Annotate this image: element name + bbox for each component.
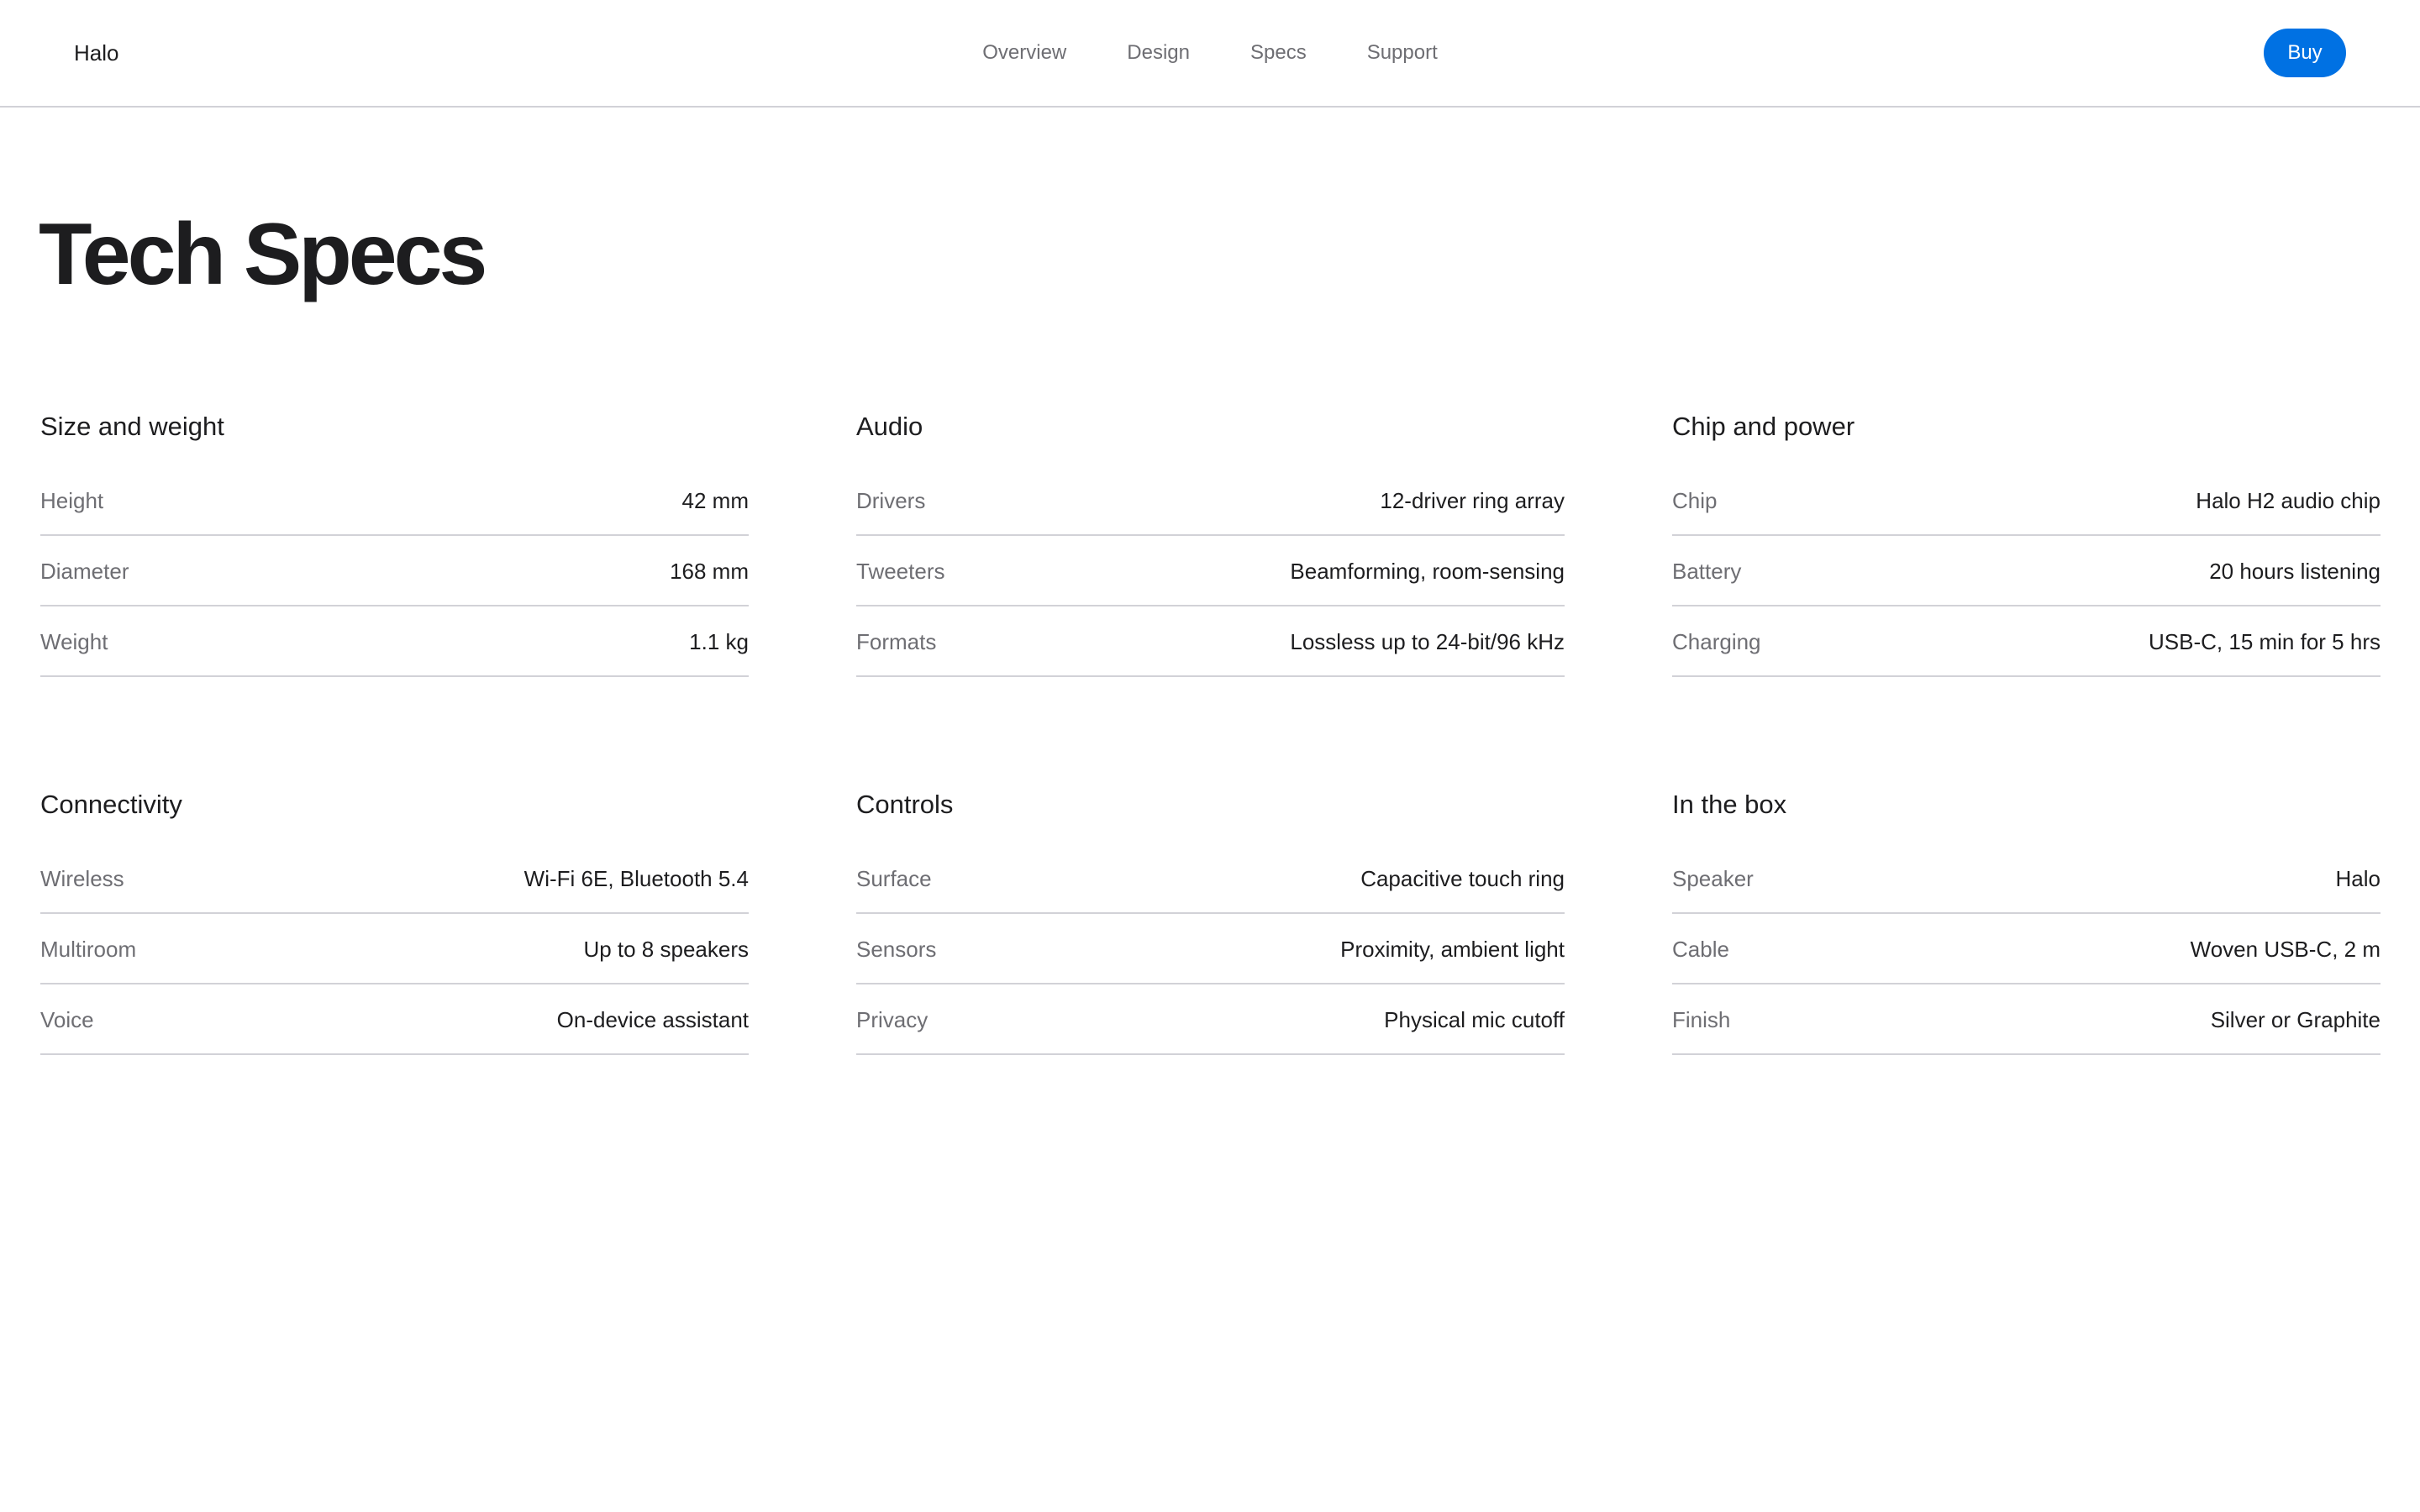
spec-label: Privacy bbox=[856, 1006, 929, 1032]
spec-label: Chip bbox=[1672, 487, 1718, 513]
spec-value: Lossless up to 24-bit/96 kHz bbox=[1290, 628, 1565, 654]
spec-row-surface: Surface Capacitive touch ring bbox=[856, 843, 1565, 914]
spec-value: Halo bbox=[2335, 865, 2381, 891]
spec-group-title: Chip and power bbox=[1672, 412, 1855, 441]
spec-group-audio: Audio Drivers 12-driver ring array Tweet… bbox=[856, 407, 1565, 677]
spec-row-sensors: Sensors Proximity, ambient light bbox=[856, 914, 1565, 984]
spec-label: Multiroom bbox=[40, 936, 137, 962]
spec-value: 12-driver ring array bbox=[1380, 487, 1565, 513]
spec-label: Surface bbox=[856, 865, 932, 891]
spec-row-wireless: Wireless Wi-Fi 6E, Bluetooth 5.4 bbox=[40, 843, 749, 914]
spec-value: Wi-Fi 6E, Bluetooth 5.4 bbox=[523, 865, 749, 891]
spec-row-multiroom: Multiroom Up to 8 speakers bbox=[40, 914, 749, 984]
nav-link-overview[interactable]: Overview bbox=[982, 41, 1066, 65]
spec-value: On-device assistant bbox=[556, 1006, 749, 1032]
spec-value: 168 mm bbox=[670, 558, 749, 584]
spec-row-drivers: Drivers 12-driver ring array bbox=[856, 465, 1565, 536]
spec-row-cable: Cable Woven USB-C, 2 m bbox=[1672, 914, 2381, 984]
nav-link-design[interactable]: Design bbox=[1127, 41, 1190, 65]
spec-row-speaker: Speaker Halo bbox=[1672, 843, 2381, 914]
spec-group-title: In the box bbox=[1672, 790, 1787, 819]
spec-label: Wireless bbox=[40, 865, 124, 891]
brand-logo[interactable]: Halo bbox=[74, 0, 118, 106]
spec-row-privacy: Privacy Physical mic cutoff bbox=[856, 984, 1565, 1055]
spec-label: Diameter bbox=[40, 558, 129, 584]
buy-button[interactable]: Buy bbox=[2264, 29, 2346, 77]
spec-value: 1.1 kg bbox=[689, 628, 749, 654]
spec-label: Voice bbox=[40, 1006, 94, 1032]
spec-group-in-the-box: In the box Speaker Halo Cable Woven USB-… bbox=[1672, 785, 2381, 1055]
spec-row-battery: Battery 20 hours listening bbox=[1672, 536, 2381, 606]
page-title: Tech Specs bbox=[39, 206, 487, 303]
spec-value: 42 mm bbox=[681, 487, 749, 513]
spec-row-tweeters: Tweeters Beamforming, room-sensing bbox=[856, 536, 1565, 606]
spec-group-title: Connectivity bbox=[40, 790, 182, 819]
spec-label: Battery bbox=[1672, 558, 1742, 584]
spec-row-finish: Finish Silver or Graphite bbox=[1672, 984, 2381, 1055]
spec-row-charging: Charging USB-C, 15 min for 5 hrs bbox=[1672, 606, 2381, 677]
spec-label: Cable bbox=[1672, 936, 1729, 962]
spec-row-height: Height 42 mm bbox=[40, 465, 749, 536]
spec-group-connectivity: Connectivity Wireless Wi-Fi 6E, Bluetoot… bbox=[40, 785, 749, 1055]
spec-value: 20 hours listening bbox=[2209, 558, 2381, 584]
spec-value: Silver or Graphite bbox=[2210, 1006, 2381, 1032]
nav-link-specs[interactable]: Specs bbox=[1250, 41, 1307, 65]
spec-label: Drivers bbox=[856, 487, 926, 513]
spec-label: Tweeters bbox=[856, 558, 945, 584]
spec-row-weight: Weight 1.1 kg bbox=[40, 606, 749, 677]
spec-value: Woven USB-C, 2 m bbox=[2190, 936, 2381, 962]
spec-group-controls: Controls Surface Capacitive touch ring S… bbox=[856, 785, 1565, 1055]
spec-group-chip-power: Chip and power Chip Halo H2 audio chip B… bbox=[1672, 407, 2381, 677]
spec-row-formats: Formats Lossless up to 24-bit/96 kHz bbox=[856, 606, 1565, 677]
specs-grid: Size and weight Height 42 mm Diameter 16… bbox=[40, 407, 2381, 1055]
spec-group-title: Audio bbox=[856, 412, 923, 441]
spec-value: Capacitive touch ring bbox=[1360, 865, 1565, 891]
spec-value: Halo H2 audio chip bbox=[2196, 487, 2381, 513]
spec-label: Speaker bbox=[1672, 865, 1754, 891]
nav-link-support[interactable]: Support bbox=[1367, 41, 1438, 65]
nav-links: Overview Design Specs Support bbox=[0, 0, 2420, 106]
spec-value: Proximity, ambient light bbox=[1340, 936, 1565, 962]
spec-row-diameter: Diameter 168 mm bbox=[40, 536, 749, 606]
spec-row-voice: Voice On-device assistant bbox=[40, 984, 749, 1055]
spec-group-size-weight: Size and weight Height 42 mm Diameter 16… bbox=[40, 407, 749, 677]
spec-label: Sensors bbox=[856, 936, 937, 962]
spec-label: Formats bbox=[856, 628, 937, 654]
spec-value: Beamforming, room-sensing bbox=[1290, 558, 1565, 584]
spec-value: Up to 8 speakers bbox=[583, 936, 749, 962]
spec-value: Physical mic cutoff bbox=[1384, 1006, 1565, 1032]
spec-label: Finish bbox=[1672, 1006, 1731, 1032]
spec-label: Height bbox=[40, 487, 104, 513]
spec-label: Charging bbox=[1672, 628, 1761, 654]
spec-row-chip: Chip Halo H2 audio chip bbox=[1672, 465, 2381, 536]
spec-group-title: Size and weight bbox=[40, 412, 224, 441]
spec-value: USB-C, 15 min for 5 hrs bbox=[2149, 628, 2381, 654]
spec-label: Weight bbox=[40, 628, 108, 654]
top-nav: Halo Overview Design Specs Support Buy bbox=[0, 0, 2420, 108]
spec-group-title: Controls bbox=[856, 790, 954, 819]
